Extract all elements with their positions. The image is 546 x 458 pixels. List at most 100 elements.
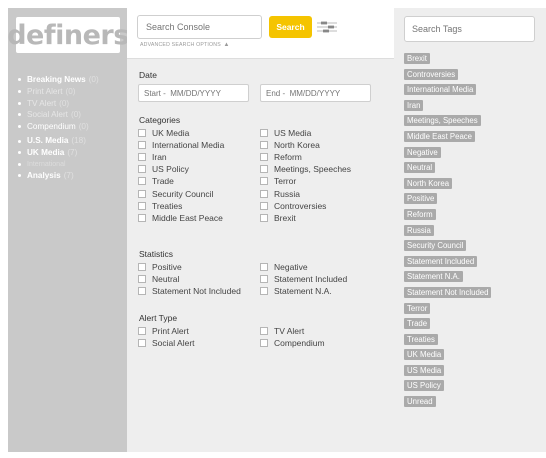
checkbox-option[interactable]: Controversies <box>260 200 326 211</box>
checkbox[interactable] <box>138 262 146 271</box>
checkbox-option[interactable]: Statement Included <box>260 273 347 284</box>
tag-chip[interactable]: Iran <box>404 99 424 111</box>
checkbox-option[interactable]: Neutral <box>138 273 179 284</box>
checkbox-option[interactable]: Negative <box>260 261 308 272</box>
checkbox[interactable] <box>138 152 146 161</box>
tag-chip[interactable]: Brexit <box>404 53 430 64</box>
tag-chip[interactable]: Negative <box>404 146 441 158</box>
checkbox[interactable] <box>138 274 146 283</box>
checkbox[interactable] <box>260 152 268 161</box>
checkbox-label: International Media <box>152 139 225 150</box>
checkbox-option[interactable]: Compendium <box>260 337 325 348</box>
tag-chip[interactable]: Positive <box>404 193 438 205</box>
bullet-icon <box>18 162 21 166</box>
checkbox[interactable] <box>260 201 268 210</box>
tag-chip[interactable]: Russia <box>404 224 434 236</box>
checkbox-option[interactable]: Security Council <box>138 188 213 199</box>
checkbox-option[interactable]: Russia <box>260 188 300 199</box>
sidebar-item-social-alert[interactable]: Social Alert (0) <box>18 109 130 121</box>
checkbox[interactable] <box>138 177 146 186</box>
bullet-icon <box>18 151 21 155</box>
tag-chip[interactable]: Statement N.A. <box>404 271 463 283</box>
filter-sliders-icon[interactable] <box>316 20 338 34</box>
sidebar-item-label: TV Alert <box>27 98 57 108</box>
checkbox-option[interactable]: Treaties <box>138 200 182 211</box>
checkbox[interactable] <box>138 140 146 149</box>
checkbox-option[interactable]: North Korea <box>260 139 320 150</box>
checkbox[interactable] <box>138 286 146 295</box>
checkbox[interactable] <box>260 338 268 347</box>
checkbox[interactable] <box>138 128 146 137</box>
sidebar-item-print-alert[interactable]: Print Alert (0) <box>18 86 130 98</box>
tag-chip[interactable]: Unread <box>404 396 436 408</box>
checkbox-option[interactable]: International Media <box>138 139 224 150</box>
checkbox[interactable] <box>138 165 146 174</box>
sidebar-item-international[interactable]: International <box>18 159 130 171</box>
tag-chip[interactable]: Security Council <box>404 240 467 252</box>
checkbox[interactable] <box>138 213 146 222</box>
checkbox[interactable] <box>260 262 268 271</box>
tag-chip[interactable]: Terror <box>404 302 431 314</box>
sidebar-item-tv-alert[interactable]: TV Alert (0) <box>18 98 130 110</box>
checkbox-option[interactable]: TV Alert <box>260 325 304 336</box>
checkbox[interactable] <box>260 128 268 137</box>
checkbox[interactable] <box>260 165 268 174</box>
tag-chip[interactable]: Neutral <box>404 162 436 174</box>
checkbox-option[interactable]: Middle East Peace <box>138 212 223 223</box>
sidebar-item-compendium[interactable]: Compendium (0) <box>18 121 130 133</box>
tag-chip[interactable]: Middle East Peace <box>404 130 476 142</box>
checkbox-option[interactable]: Print Alert <box>138 325 189 336</box>
checkbox-label: North Korea <box>274 139 320 150</box>
tag-chip[interactable]: North Korea <box>404 177 453 189</box>
tag-chip[interactable]: UK Media <box>404 349 445 361</box>
tag-chip[interactable]: Meetings, Speeches <box>404 115 481 127</box>
checkbox[interactable] <box>138 326 146 335</box>
tag-chip[interactable]: Reform <box>404 208 436 220</box>
tag-chip[interactable]: US Media <box>404 364 445 376</box>
checkbox[interactable] <box>260 213 268 222</box>
checkbox[interactable] <box>260 189 268 198</box>
checkbox-option[interactable]: Statement Not Included <box>138 285 241 296</box>
sidebar-item-analysis[interactable]: Analysis (7) <box>18 170 130 182</box>
checkbox-option[interactable]: UK Media <box>138 127 189 138</box>
checkbox[interactable] <box>260 140 268 149</box>
checkbox-option[interactable]: Iran <box>138 151 167 162</box>
checkbox-option[interactable]: Social Alert <box>138 337 195 348</box>
sidebar-item-count: (7) <box>63 171 74 181</box>
tag-chip[interactable]: Trade <box>404 318 431 330</box>
checkbox-option[interactable]: Meetings, Speeches <box>260 164 351 175</box>
checkbox-option[interactable]: Positive <box>138 261 182 272</box>
tag-chip[interactable]: Controversies <box>404 68 459 80</box>
checkbox[interactable] <box>138 189 146 198</box>
checkbox-option[interactable]: Reform <box>260 151 302 162</box>
checkbox-option[interactable]: Statement N.A. <box>260 285 332 296</box>
start-date-field[interactable] <box>138 84 249 102</box>
sidebar-item-label: Analysis <box>27 171 61 181</box>
sidebar-item-uk-media[interactable]: UK Media (7) <box>18 147 130 159</box>
checkbox-label: Positive <box>152 261 182 272</box>
checkbox-option[interactable]: Terror <box>260 176 296 187</box>
checkbox-option[interactable]: US Policy <box>138 164 189 175</box>
advanced-search-toggle[interactable]: ADVANCED SEARCH OPTIONS ▲ <box>140 42 230 48</box>
search-tags-input[interactable] <box>404 16 535 42</box>
checkbox[interactable] <box>138 201 146 210</box>
checkbox[interactable] <box>260 286 268 295</box>
tag-chip[interactable]: US Policy <box>404 380 444 392</box>
tag-chip[interactable]: International Media <box>404 84 477 96</box>
sidebar-item-label: International <box>27 160 66 168</box>
checkbox-option[interactable]: US Media <box>260 127 311 138</box>
tag-chip[interactable]: Treaties <box>404 333 438 345</box>
end-date-field[interactable] <box>260 84 371 102</box>
checkbox-option[interactable]: Brexit <box>260 212 296 223</box>
checkbox[interactable] <box>138 338 146 347</box>
search-button[interactable]: Search <box>269 16 312 38</box>
tag-chip[interactable]: Statement Included <box>404 255 478 267</box>
checkbox[interactable] <box>260 274 268 283</box>
sidebar-item-breaking-news[interactable]: Breaking News (0) <box>18 73 130 86</box>
sidebar-item-us-media[interactable]: U.S. Media (18) <box>18 135 130 147</box>
checkbox[interactable] <box>260 177 268 186</box>
search-input[interactable] <box>137 15 262 39</box>
tag-chip[interactable]: Statement Not Included <box>404 286 492 298</box>
checkbox[interactable] <box>260 326 268 335</box>
checkbox-option[interactable]: Trade <box>138 176 174 187</box>
